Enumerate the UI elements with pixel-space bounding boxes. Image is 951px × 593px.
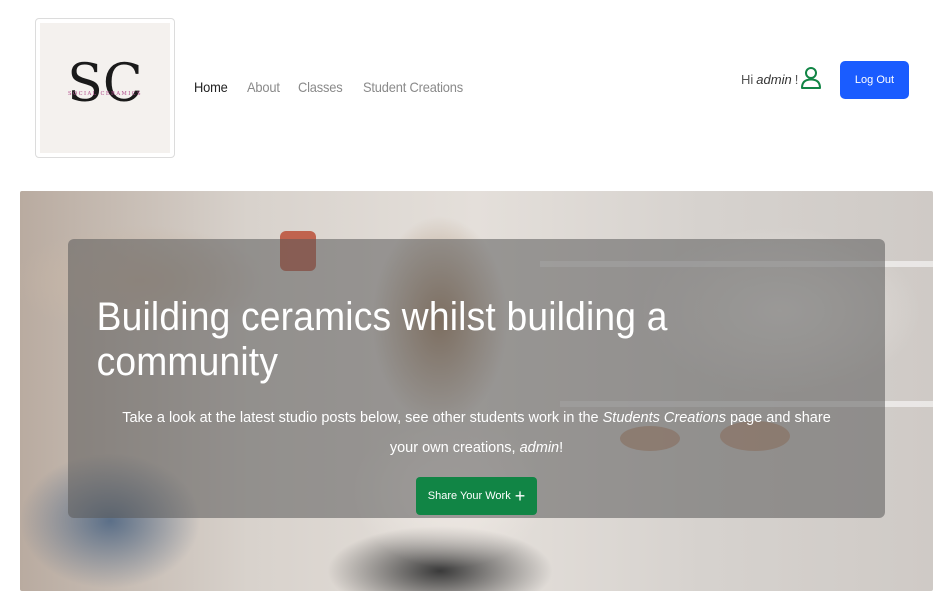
hero-text-end: ! — [559, 440, 564, 456]
share-your-work-button[interactable]: Share Your Work + — [415, 477, 538, 515]
hero-text: Take a look at the latest studio posts b… — [107, 403, 847, 463]
share-button-label: Share Your Work — [427, 490, 511, 502]
hero-title: Building ceramics whilst building a comm… — [96, 295, 668, 384]
user-icon[interactable] — [800, 66, 822, 90]
nav-item-home[interactable]: Home — [194, 79, 228, 95]
greeting-suffix: ! — [794, 72, 799, 87]
hero-overlay: Building ceramics whilst building a comm… — [68, 239, 885, 518]
logo: SC SOCIAL CERAMICS — [40, 23, 170, 153]
user-greeting: Hi admin ! — [741, 72, 798, 87]
hero-banner: Building ceramics whilst building a comm… — [20, 191, 933, 591]
logo-link[interactable]: SC SOCIAL CERAMICS — [35, 18, 175, 158]
nav-item-about[interactable]: About — [247, 79, 280, 95]
logout-button[interactable]: Log Out — [840, 61, 909, 99]
hero-text-part1: Take a look at the latest studio posts b… — [122, 410, 603, 426]
greeting-username: admin — [756, 72, 792, 87]
hero-text-username: admin — [519, 440, 560, 456]
nav-item-classes[interactable]: Classes — [298, 79, 343, 95]
logo-mark: SC SOCIAL CERAMICS — [67, 54, 142, 114]
greeting-prefix: Hi — [741, 72, 754, 87]
logo-text: SOCIAL CERAMICS — [68, 91, 142, 97]
hero-text-emphasis: Students Creations — [602, 410, 726, 426]
main-nav: Home About Classes Student Creations — [194, 79, 471, 95]
nav-item-student-creations[interactable]: Student Creations — [363, 79, 463, 95]
logo-initials: SC — [67, 54, 142, 114]
plus-icon: + — [514, 486, 526, 506]
